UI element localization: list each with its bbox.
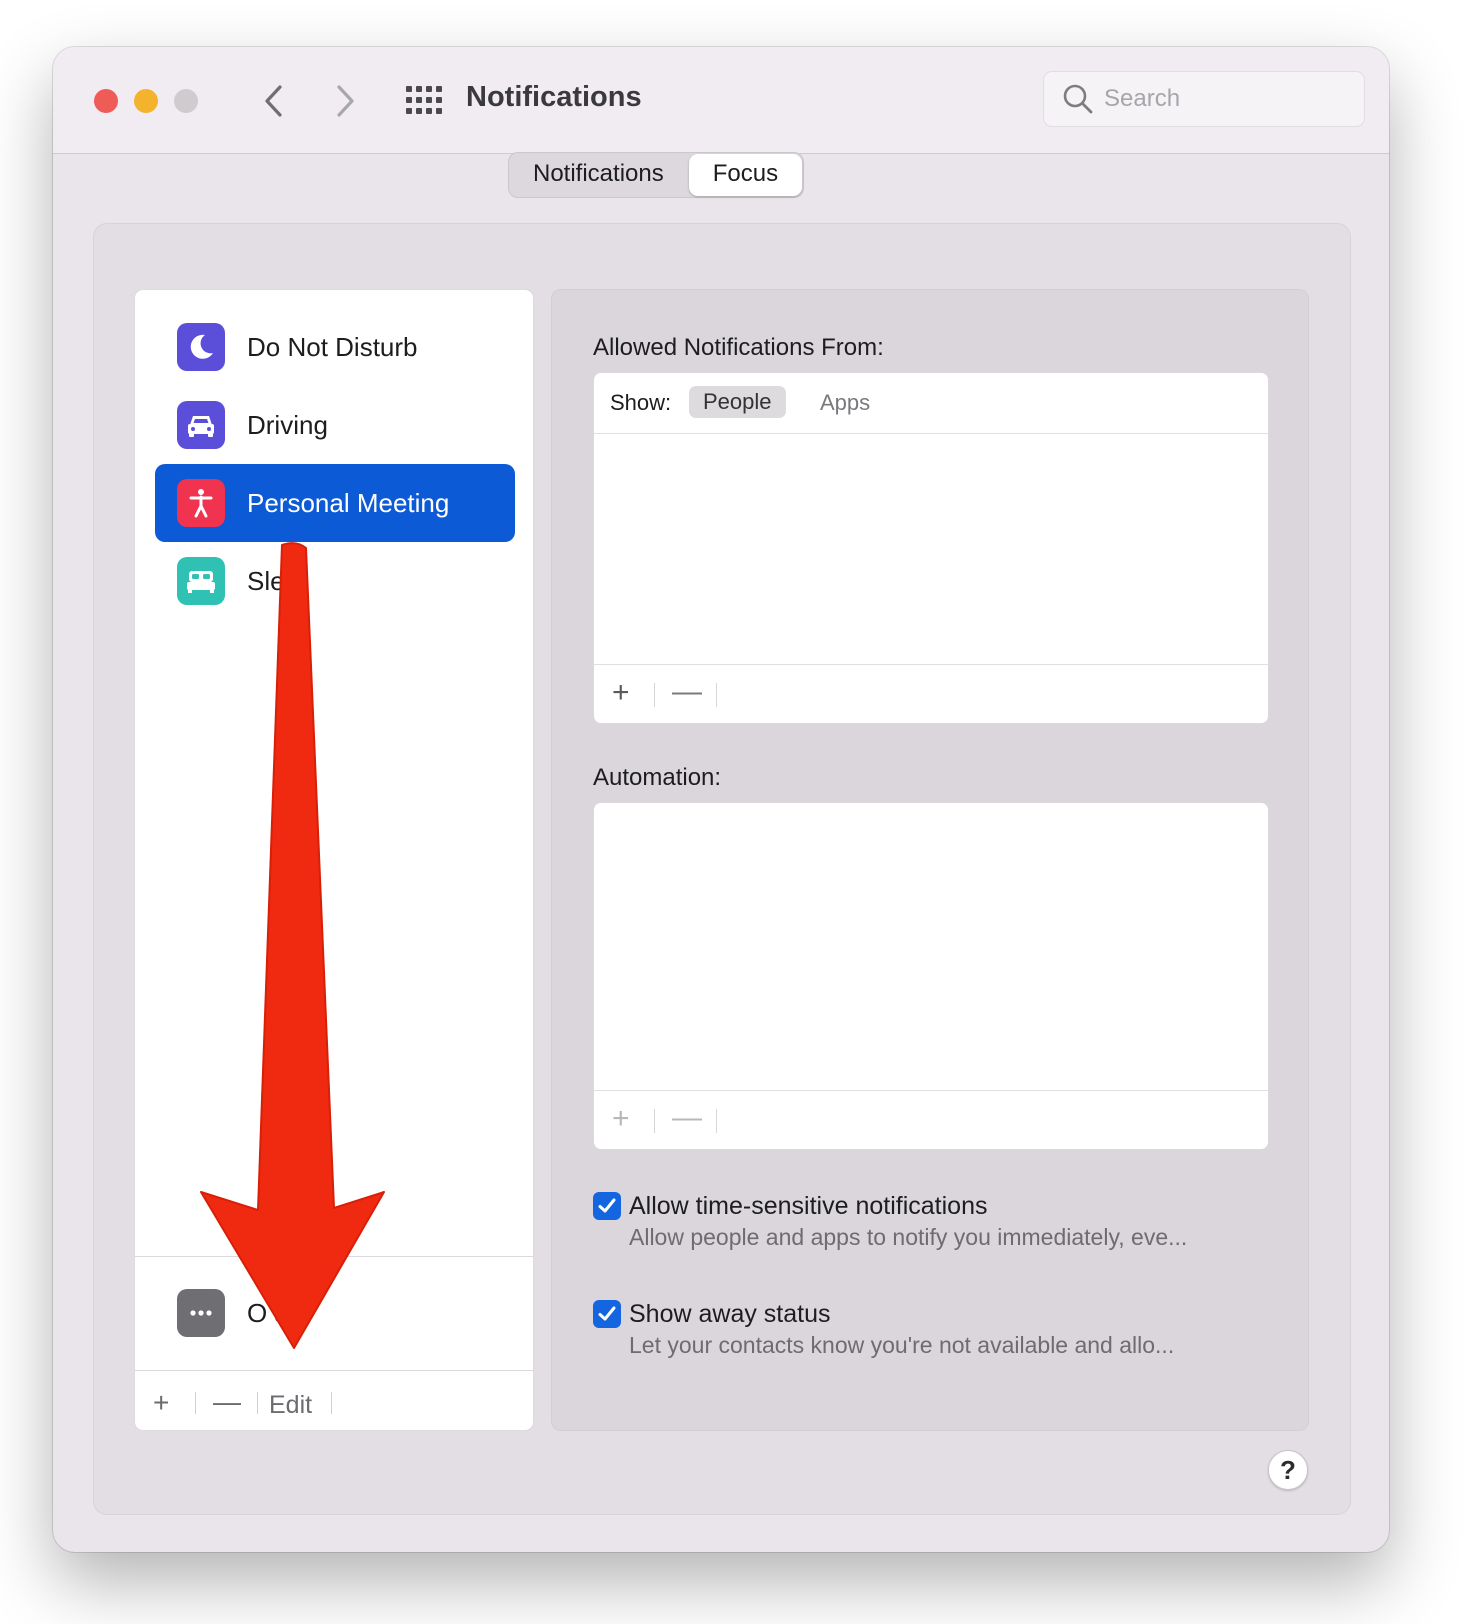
search-placeholder: Search <box>1104 85 1181 112</box>
sidebar-item-label: Personal Meeting <box>247 488 450 518</box>
allowed-notifications-list[interactable]: Show: People Apps + — <box>593 372 1269 724</box>
away-status-checkbox[interactable] <box>593 1300 621 1328</box>
tab-focus[interactable]: Focus <box>688 154 803 196</box>
person-icon <box>177 479 225 527</box>
divider <box>257 1392 258 1414</box>
automation-list[interactable]: + — <box>593 802 1269 1150</box>
grid-icon <box>406 86 442 114</box>
divider <box>331 1392 332 1414</box>
sidebar-item-label: Sle o <box>247 566 307 596</box>
allowed-list-footer: + — <box>594 664 1268 723</box>
chevron-left-icon <box>265 85 282 117</box>
tab-bar: Notifications Focus <box>508 152 805 198</box>
show-filter-row: Show: People Apps <box>594 373 1268 434</box>
divider <box>716 1109 717 1133</box>
automation-list-footer: + — <box>594 1090 1268 1149</box>
bed-icon <box>177 557 225 605</box>
remove-allowed-button[interactable]: — <box>672 676 702 708</box>
time-sensitive-description: Allow people and apps to notify you imme… <box>629 1224 1188 1250</box>
add-allowed-button[interactable]: + <box>612 677 630 709</box>
divider <box>135 1370 533 1371</box>
sidebar-item-label: O s <box>247 1298 288 1328</box>
moon-icon <box>177 323 225 371</box>
sidebar-item-do-not-disturb[interactable]: Do Not Disturb <box>155 308 515 386</box>
show-all-button[interactable] <box>405 84 443 116</box>
divider <box>716 683 717 707</box>
sidebar-item-label: Driving <box>247 410 328 440</box>
automation-title: Automation: <box>593 764 722 791</box>
remove-automation-button[interactable]: — <box>672 1102 702 1134</box>
divider <box>195 1392 196 1414</box>
help-button[interactable]: ? <box>1268 1450 1308 1490</box>
sidebar-item-options[interactable]: O s <box>155 1274 515 1352</box>
remove-focus-button[interactable]: — <box>213 1387 241 1417</box>
allowed-notifications-title: Allowed Notifications From: <box>593 334 884 361</box>
forward-button[interactable] <box>325 75 365 127</box>
window-title: Notifications <box>466 81 642 113</box>
focus-settings-panel: Allowed Notifications From: Show: People… <box>551 289 1309 1431</box>
search-field[interactable]: Search <box>1043 71 1365 127</box>
tab-notifications[interactable]: Notifications <box>509 153 688 197</box>
back-button[interactable] <box>255 75 295 127</box>
close-window-button[interactable] <box>94 89 118 113</box>
focus-sidebar: Do Not Disturb Driving Personal Meeting <box>134 289 534 1431</box>
time-sensitive-checkbox[interactable] <box>593 1192 621 1220</box>
divider <box>654 1109 655 1133</box>
sidebar-item-personal-meeting[interactable]: Personal Meeting <box>155 464 515 542</box>
divider <box>654 683 655 707</box>
chevron-right-icon <box>337 85 354 117</box>
sidebar-item-sleep[interactable]: Sle o <box>155 542 515 620</box>
car-icon <box>177 401 225 449</box>
sidebar-item-label: Do Not Disturb <box>247 332 418 362</box>
search-icon <box>1063 84 1093 114</box>
add-focus-button[interactable]: + <box>153 1388 169 1418</box>
minimize-window-button[interactable] <box>134 89 158 113</box>
divider <box>135 1256 533 1257</box>
away-status-title: Show away status <box>629 1300 831 1328</box>
zoom-window-button[interactable] <box>174 89 198 113</box>
away-status-description: Let your contacts know you're not availa… <box>629 1332 1175 1358</box>
ellipsis-icon <box>177 1289 225 1337</box>
time-sensitive-title: Allow time-sensitive notifications <box>629 1192 988 1220</box>
checkmark-icon <box>598 1306 616 1321</box>
title-bar: Notifications Search <box>53 47 1389 154</box>
sidebar-item-driving[interactable]: Driving <box>155 386 515 464</box>
add-automation-button[interactable]: + <box>612 1103 630 1135</box>
segment-people[interactable]: People <box>689 386 786 418</box>
checkmark-icon <box>598 1198 616 1213</box>
edit-button[interactable]: Edit <box>269 1390 312 1420</box>
segment-apps[interactable]: Apps <box>820 389 870 417</box>
show-label: Show: <box>610 390 672 415</box>
